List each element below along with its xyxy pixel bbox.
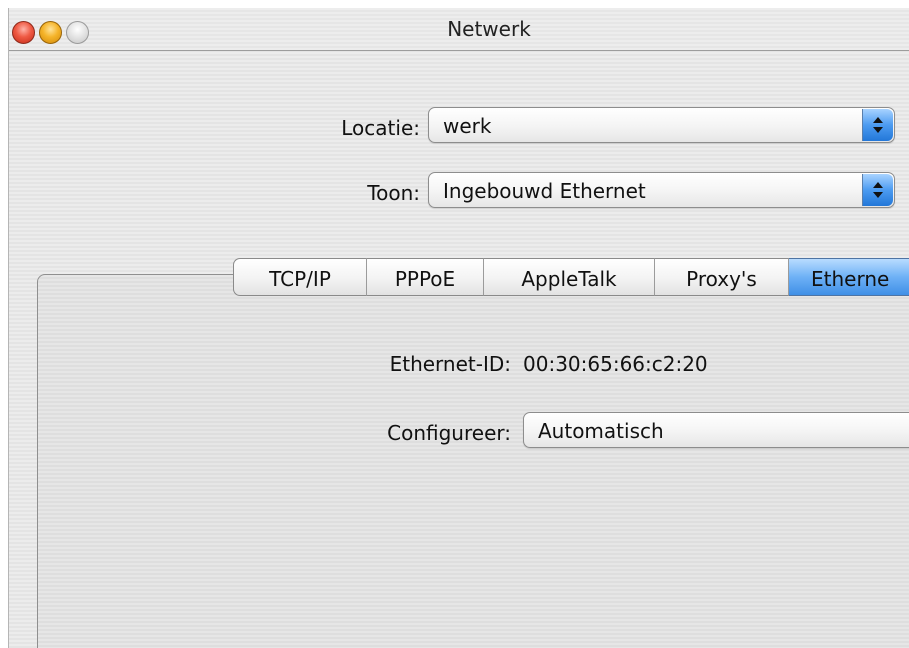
show-label: Toon: (367, 181, 420, 205)
ethernet-id-value: 00:30:65:66:c2:20 (523, 352, 708, 376)
configure-popup[interactable]: Automatisch (523, 412, 909, 448)
tab-bar: TCP/IP PPPoE AppleTalk Proxy's Etherne (233, 258, 909, 298)
network-window: Netwerk Locatie: werk Toon: Ingebouwd Et… (8, 8, 909, 648)
location-value: werk (443, 114, 492, 138)
ethernet-id-label: Ethernet-ID: (389, 352, 511, 376)
show-value: Ingebouwd Ethernet (443, 179, 646, 203)
zoom-button[interactable] (66, 21, 89, 44)
location-popup[interactable]: werk (428, 107, 895, 143)
configure-label: Configureer: (387, 421, 511, 445)
configure-value: Automatisch (538, 419, 664, 443)
tab-panel: Ethernet-ID: 00:30:65:66:c2:20 Configure… (37, 274, 909, 648)
window-title: Netwerk (447, 17, 531, 41)
tab-pppoe[interactable]: PPPoE (367, 258, 484, 296)
title-bar[interactable]: Netwerk (9, 8, 909, 51)
popup-arrows-icon (862, 174, 893, 206)
show-popup[interactable]: Ingebouwd Ethernet (428, 172, 895, 208)
minimize-button[interactable] (39, 21, 62, 44)
popup-arrows-icon (862, 109, 893, 141)
tab-ethernet[interactable]: Etherne (789, 258, 909, 296)
tab-tcp-ip[interactable]: TCP/IP (233, 258, 367, 296)
close-button[interactable] (12, 21, 35, 44)
location-label: Locatie: (341, 116, 420, 140)
tab-proxys[interactable]: Proxy's (655, 258, 789, 296)
tab-appletalk[interactable]: AppleTalk (484, 258, 655, 296)
